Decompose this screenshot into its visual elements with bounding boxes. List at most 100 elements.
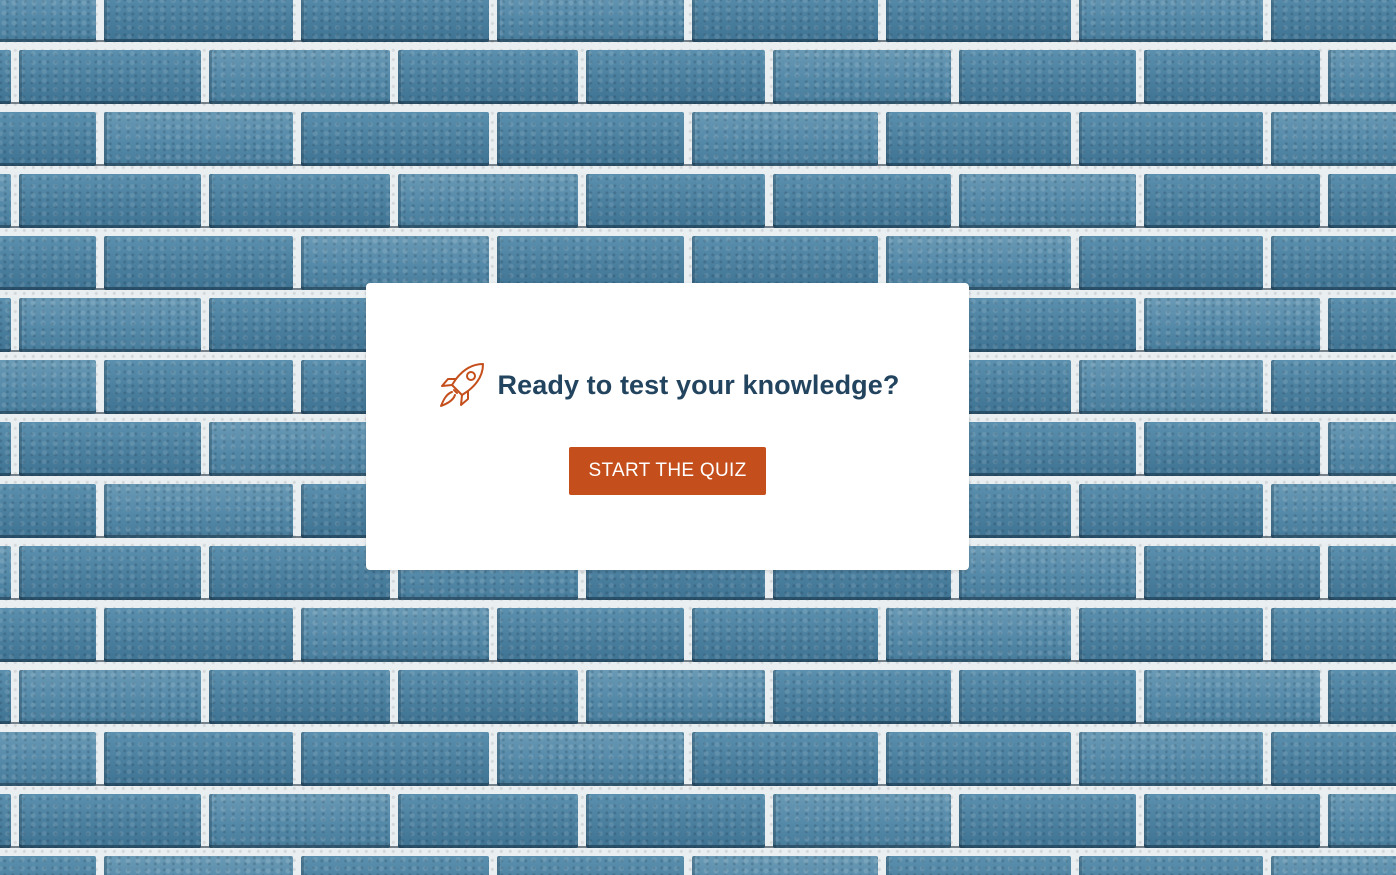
brick <box>886 112 1071 166</box>
brick <box>209 546 390 600</box>
brick <box>497 856 684 875</box>
brick <box>0 112 96 166</box>
brick-row <box>0 50 1396 104</box>
card-heading: Ready to test your knowledge? <box>366 359 969 411</box>
brick <box>959 50 1136 104</box>
brick <box>497 236 684 290</box>
brick <box>1079 0 1263 42</box>
brick <box>586 670 765 724</box>
brick-row <box>0 670 1396 724</box>
brick <box>692 112 878 166</box>
brick <box>104 732 293 786</box>
brick <box>398 174 578 228</box>
brick <box>209 422 390 476</box>
brick <box>773 794 951 848</box>
quiz-heading: Ready to test your knowledge? <box>497 369 900 400</box>
brick <box>0 484 96 538</box>
brick <box>959 670 1136 724</box>
brick <box>886 732 1071 786</box>
brick <box>1328 174 1396 228</box>
brick <box>209 794 390 848</box>
brick <box>886 856 1071 875</box>
brick <box>692 0 878 42</box>
brick <box>886 608 1071 662</box>
brick <box>1144 298 1320 352</box>
brick <box>104 0 293 42</box>
brick <box>1328 670 1396 724</box>
brick <box>301 0 489 42</box>
brick <box>773 50 951 104</box>
brick <box>959 174 1136 228</box>
brick <box>1328 546 1396 600</box>
brick-row <box>0 732 1396 786</box>
brick <box>398 50 578 104</box>
brick <box>1079 360 1263 414</box>
brick <box>1271 236 1396 290</box>
brick <box>1144 174 1320 228</box>
brick-row <box>0 0 1396 42</box>
brick <box>0 422 11 476</box>
brick <box>497 732 684 786</box>
brick <box>301 856 489 875</box>
brick <box>1079 484 1263 538</box>
brick <box>692 608 878 662</box>
brick <box>104 608 293 662</box>
brick <box>1271 608 1396 662</box>
brick <box>886 236 1071 290</box>
start-quiz-button[interactable]: START THE QUIZ <box>569 447 766 495</box>
brick <box>19 174 201 228</box>
brick <box>773 670 951 724</box>
brick <box>301 236 489 290</box>
brick <box>0 794 11 848</box>
brick <box>497 112 684 166</box>
brick <box>1328 422 1396 476</box>
brick <box>692 236 878 290</box>
brick <box>773 174 951 228</box>
brick <box>209 50 390 104</box>
brick <box>398 670 578 724</box>
brick-row <box>0 856 1396 875</box>
brick-row <box>0 794 1396 848</box>
brick <box>1079 732 1263 786</box>
brick-row <box>0 112 1396 166</box>
brick <box>497 608 684 662</box>
brick <box>301 732 489 786</box>
brick <box>692 732 878 786</box>
brick <box>959 422 1136 476</box>
brick <box>0 360 96 414</box>
brick <box>586 50 765 104</box>
brick <box>959 794 1136 848</box>
brick <box>1144 422 1320 476</box>
brick <box>0 174 11 228</box>
brick <box>104 236 293 290</box>
brick <box>0 856 96 875</box>
brick <box>1144 546 1320 600</box>
brick <box>301 608 489 662</box>
brick <box>1144 670 1320 724</box>
brick <box>19 546 201 600</box>
brick <box>104 360 293 414</box>
brick <box>19 670 201 724</box>
brick <box>1144 50 1320 104</box>
brick <box>0 236 96 290</box>
brick <box>1079 112 1263 166</box>
brick <box>1271 484 1396 538</box>
brick <box>959 298 1136 352</box>
brick <box>1079 236 1263 290</box>
brick <box>398 794 578 848</box>
rocket-icon <box>436 359 488 411</box>
brick <box>0 298 11 352</box>
brick <box>0 732 96 786</box>
brick <box>0 670 11 724</box>
quiz-start-card: Ready to test your knowledge? START THE … <box>366 283 969 570</box>
brick <box>301 112 489 166</box>
brick <box>19 298 201 352</box>
brick <box>586 794 765 848</box>
brick <box>1079 608 1263 662</box>
brick <box>886 0 1071 42</box>
brick <box>0 0 96 42</box>
brick <box>209 174 390 228</box>
brick <box>1328 794 1396 848</box>
brick <box>0 546 11 600</box>
brick <box>19 422 201 476</box>
